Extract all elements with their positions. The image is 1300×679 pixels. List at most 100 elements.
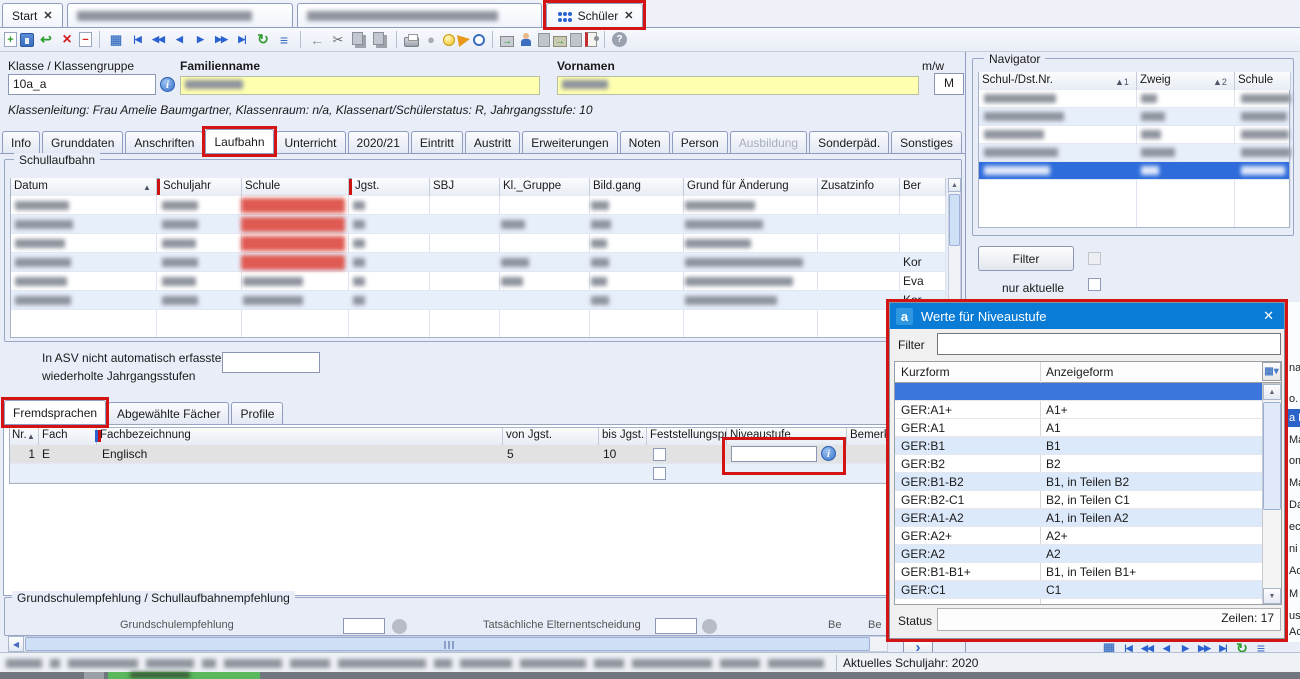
column-header-kl-gruppe[interactable]: Kl._Gruppe <box>500 178 590 196</box>
cut-input[interactable] <box>343 618 385 634</box>
tab-unterricht[interactable]: Unterricht <box>276 131 346 154</box>
column-header-bild-gang[interactable]: Bild.gang <box>590 178 684 196</box>
dialog-title-bar[interactable]: a Werte für Niveaustufe ✕ <box>890 303 1284 329</box>
scroll-left-icon[interactable]: ◀ <box>8 636 24 652</box>
column-header-schule[interactable]: Schule <box>1235 72 1291 90</box>
first-icon[interactable]: |◀ <box>128 31 146 49</box>
last-icon[interactable]: ▶| <box>233 31 251 49</box>
tab-person[interactable]: Person <box>672 131 728 154</box>
mw-value-box[interactable]: M <box>934 73 964 95</box>
cut-input[interactable] <box>655 618 697 634</box>
record-icon[interactable]: ● <box>422 31 440 49</box>
nur-aktuelle-checkbox[interactable] <box>1088 278 1101 291</box>
prev-fast-icon[interactable]: ◀◀ <box>149 31 167 49</box>
vornamen-input[interactable] <box>557 76 919 95</box>
tab-laufbahn[interactable]: Laufbahn <box>205 129 273 154</box>
tab-2020-21[interactable]: 2020/21 <box>348 131 409 154</box>
table-row[interactable] <box>11 215 945 234</box>
table-icon[interactable]: ▦ <box>107 31 125 49</box>
column-header-sbj[interactable]: SBJ <box>430 178 500 196</box>
navigator-row[interactable] <box>979 90 1289 108</box>
table-row[interactable]: Eva <box>11 272 945 291</box>
remove-form-icon[interactable]: − <box>79 32 92 47</box>
table-icon[interactable]: ▦ <box>1100 639 1118 652</box>
next-icon[interactable]: ▶ <box>1176 639 1194 652</box>
tab-erweiterungen[interactable]: Erweiterungen <box>522 131 617 154</box>
prev-fast-icon[interactable]: ◀◀ <box>1138 639 1156 652</box>
filter-button[interactable]: Filter <box>978 246 1074 271</box>
export-box-icon[interactable]: → <box>500 36 514 47</box>
table-config-icon[interactable]: ▦▾ <box>1262 362 1281 381</box>
niveaustufe-option-row[interactable] <box>895 383 1281 401</box>
filter-checkbox[interactable] <box>1088 252 1101 265</box>
scroll-down-icon[interactable]: ▼ <box>1263 588 1281 604</box>
column-header-anzeigeform[interactable]: Anzeigeform <box>1046 365 1113 379</box>
tab-fremdsprachen[interactable]: Fremdsprachen <box>4 400 106 425</box>
student-icon[interactable] <box>517 31 535 49</box>
niveaustufe-option-row[interactable]: GER:B1-B1+B1, in Teilen B1+ <box>895 563 1281 581</box>
navigator-row[interactable] <box>979 162 1289 180</box>
tab-start[interactable]: Start✕ <box>2 3 63 27</box>
dialog-filter-input[interactable] <box>937 333 1281 355</box>
tab-anschriften[interactable]: Anschriften <box>125 131 203 154</box>
list-icon[interactable]: ≡ <box>275 31 293 49</box>
dialog-scrollbar-thumb[interactable] <box>1263 402 1281 510</box>
niveaustufe-option-row[interactable]: GER:A2+A2+ <box>895 527 1281 545</box>
wiederholte-jahrgangsstufen-input[interactable] <box>222 352 320 373</box>
tab-abgewählte-fächer[interactable]: Abgewählte Fächer <box>108 402 229 425</box>
doc2-icon[interactable] <box>570 33 582 47</box>
column-header-grund-f-r-nderung[interactable]: Grund für Änderung <box>684 178 818 196</box>
table-row[interactable]: Kor <box>11 253 945 272</box>
niveaustufe-option-row[interactable]: GER:A1A1 <box>895 419 1281 437</box>
tab-grunddaten[interactable]: Grunddaten <box>42 131 123 154</box>
niveaustufe-option-row[interactable]: GER:A2A2 <box>895 545 1281 563</box>
hscroll-thumb[interactable] <box>25 637 870 651</box>
list-icon[interactable]: ≡ <box>1252 639 1270 652</box>
cut-icon[interactable]: ✂ <box>329 31 347 49</box>
navigator-row[interactable] <box>979 126 1289 144</box>
table-row[interactable] <box>11 234 945 253</box>
tab-eintritt[interactable]: Eintritt <box>411 131 463 154</box>
close-icon[interactable]: ✕ <box>624 9 633 22</box>
print-icon[interactable] <box>404 37 419 47</box>
column-header-datum[interactable]: Datum <box>11 178 157 196</box>
prev-icon[interactable]: ◀ <box>1157 639 1175 652</box>
klasse-info-icon[interactable]: i <box>160 77 175 92</box>
prev-icon[interactable]: ◀ <box>170 31 188 49</box>
niveaustufe-option-row[interactable]: GER:A1+A1+ <box>895 401 1281 419</box>
niveaustufe-option-row[interactable]: GER:B1B1 <box>895 437 1281 455</box>
id-card-icon[interactable] <box>585 32 597 47</box>
next-fast-icon[interactable]: ▶▶ <box>212 31 230 49</box>
copy-icon[interactable] <box>350 31 368 49</box>
paste-icon[interactable] <box>371 31 389 49</box>
back-icon[interactable]: ← <box>308 31 326 49</box>
navigator-row[interactable] <box>979 144 1289 162</box>
klasse-input[interactable]: 10a_a <box>8 74 156 95</box>
delete-icon[interactable]: × <box>58 31 76 49</box>
tab-redacted-1[interactable] <box>67 3 293 27</box>
niveaustufe-option-row[interactable]: GER:C1C1 <box>895 581 1281 599</box>
bulb-icon[interactable] <box>443 34 455 46</box>
familienname-input[interactable] <box>180 76 540 95</box>
tab-austritt[interactable]: Austritt <box>465 131 520 154</box>
doc-icon[interactable] <box>538 33 550 47</box>
refresh-icon[interactable]: ↻ <box>254 31 272 49</box>
folder-export-icon[interactable]: → <box>553 36 567 47</box>
next-fast-icon[interactable]: ▶▶ <box>1195 639 1213 652</box>
column-header-ber[interactable]: Ber <box>900 178 946 196</box>
column-header-zusatzinfo[interactable]: Zusatzinfo <box>818 178 900 196</box>
table-row[interactable] <box>11 196 945 215</box>
scroll-up-icon[interactable]: ▲ <box>1263 384 1281 400</box>
close-icon[interactable]: ✕ <box>1263 308 1274 324</box>
navigator-row[interactable] <box>979 108 1289 126</box>
tab-schueler[interactable]: Schüler✕ <box>546 3 644 27</box>
column-header-kurzform[interactable]: Kurzform <box>901 365 950 379</box>
save-icon[interactable] <box>20 33 34 47</box>
niveaustufe-option-row[interactable]: GER:B2B2 <box>895 455 1281 473</box>
undo-icon[interactable]: ↩ <box>37 31 55 49</box>
niveaustufe-option-row[interactable]: GER:B2-C1B2, in Teilen C1 <box>895 491 1281 509</box>
column-header-schuljahr[interactable]: Schuljahr <box>160 178 242 196</box>
close-icon[interactable]: ✕ <box>43 9 52 22</box>
tab-sonstiges[interactable]: Sonstiges <box>891 131 962 154</box>
tab-noten[interactable]: Noten <box>620 131 670 154</box>
